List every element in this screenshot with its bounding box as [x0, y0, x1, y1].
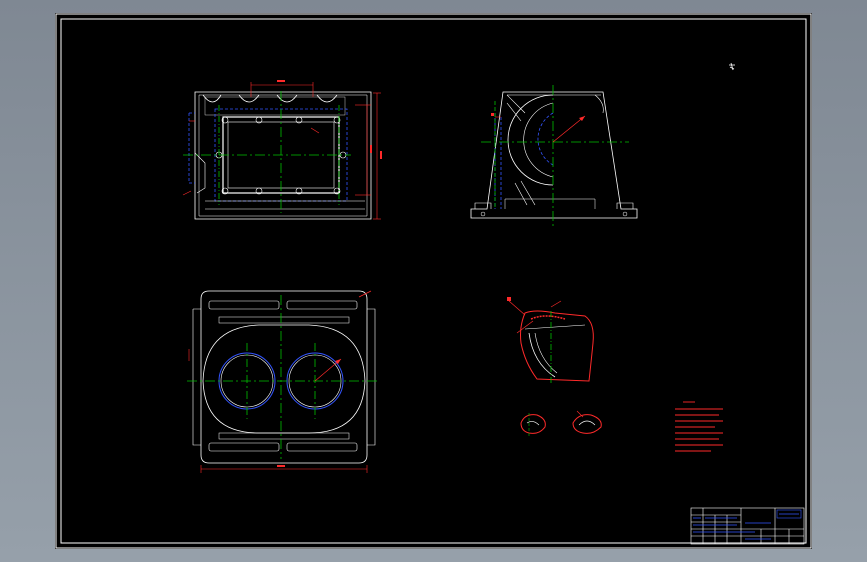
bottom-view[interactable]: [187, 290, 377, 473]
drawing-canvas: [55, 13, 812, 549]
scale-mark: [729, 62, 735, 71]
drawing-sheet: [55, 13, 812, 549]
top-view[interactable]: [182, 80, 382, 220]
side-view[interactable]: [470, 85, 638, 229]
detail-view-small-2[interactable]: [572, 410, 602, 434]
detail-view-small-1[interactable]: [520, 413, 546, 437]
technical-requirements-block: [675, 401, 723, 452]
cad-viewport[interactable]: [0, 0, 867, 562]
sheet-inner-border: [60, 18, 807, 544]
sheet-outer-border: [55, 13, 812, 549]
detail-section-view[interactable]: [507, 297, 594, 385]
